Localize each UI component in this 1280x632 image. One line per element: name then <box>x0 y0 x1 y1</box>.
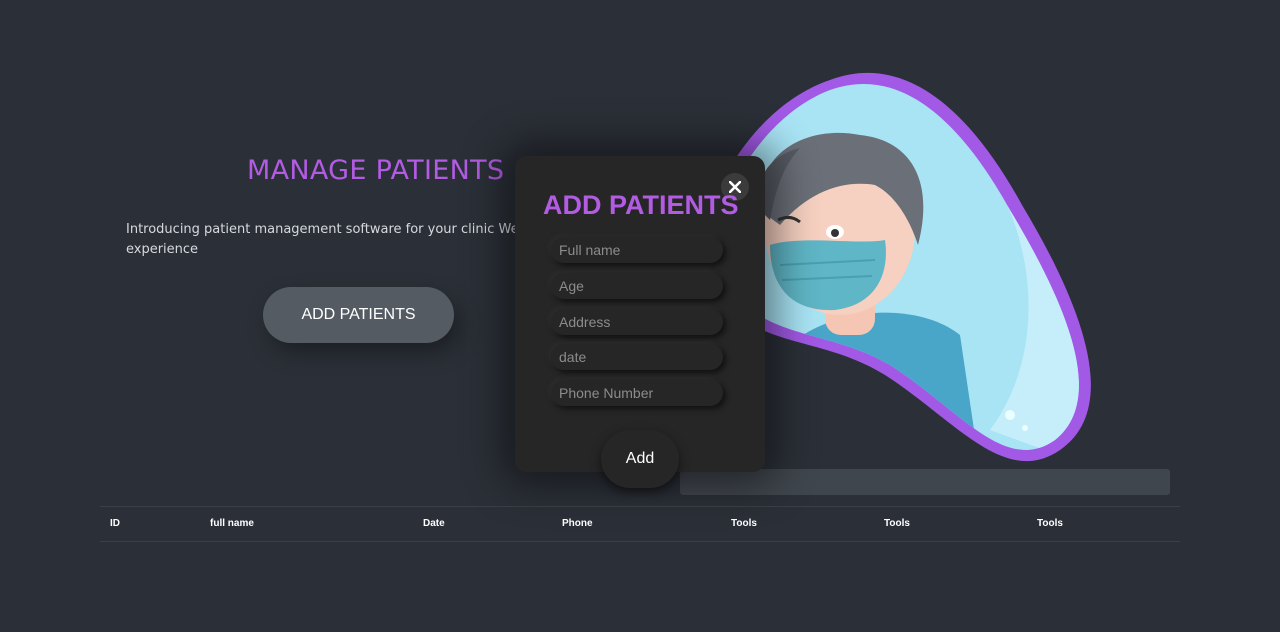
modal-title: ADD PATIENTS <box>543 190 739 220</box>
table-search-bar <box>680 469 1170 495</box>
add-patient-modal: ADD PATIENTS Add <box>515 156 765 488</box>
hero-description-line-1: Introducing patient management software … <box>126 222 526 237</box>
address-input[interactable] <box>551 309 723 335</box>
column-header-tools-2: Tools <box>884 518 910 529</box>
patients-table: ID full name Date Phone Tools Tools Tool… <box>100 506 1180 542</box>
column-header-full-name: full name <box>210 518 254 529</box>
add-patients-button[interactable]: ADD PATIENTS <box>263 287 454 343</box>
column-header-tools-3: Tools <box>1037 518 1063 529</box>
page-title: MANAGE PATIENTS <box>247 155 505 186</box>
column-header-id: ID <box>110 518 120 529</box>
age-input[interactable] <box>551 273 723 299</box>
date-input[interactable] <box>551 344 723 370</box>
column-header-tools-1: Tools <box>731 518 757 529</box>
full-name-input[interactable] <box>551 237 723 263</box>
hero-description: Introducing patient management software … <box>126 220 526 260</box>
phone-number-input[interactable] <box>551 380 723 406</box>
hero-description-line-2: experience <box>126 242 199 257</box>
column-header-date: Date <box>423 518 445 529</box>
add-submit-button[interactable]: Add <box>601 430 679 488</box>
table-header-row: ID full name Date Phone Tools Tools Tool… <box>100 507 1180 543</box>
column-header-phone: Phone <box>562 518 593 529</box>
